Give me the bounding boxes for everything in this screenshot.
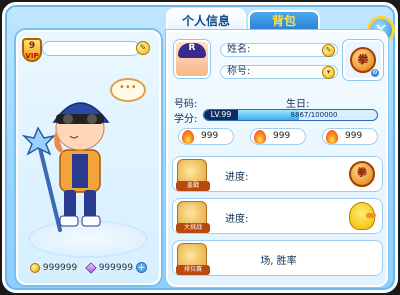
gear-icon[interactable]: ⚙: [370, 68, 380, 78]
stamp-icon: 盖戳: [176, 159, 210, 191]
chevron-down-icon: ▾: [326, 68, 331, 76]
character-avatar: [20, 70, 160, 258]
challenge-progress-card[interactable]: 大挑战 进度:: [172, 198, 383, 234]
title-label: 称号:: [227, 66, 251, 77]
progress-label: 进度:: [225, 214, 249, 225]
flame-icon: [182, 130, 194, 144]
name-label: 姓名:: [227, 44, 251, 55]
gem-icon: [85, 261, 97, 274]
challenge-icon: 大挑战: [176, 201, 210, 233]
duck-pet-icon: [349, 202, 376, 230]
stat-pill: 999: [322, 128, 378, 145]
title-dropdown-button[interactable]: ▾: [322, 66, 335, 79]
stat-pill: 999: [250, 128, 306, 145]
vip-label: VIP: [25, 52, 39, 60]
card-icon-label: 盖戳: [176, 181, 210, 191]
edit-nickname-button[interactable]: ✎: [136, 41, 150, 55]
stat-pill: 999: [178, 128, 234, 145]
experience-bar: LV.99 8867/100000: [203, 109, 378, 121]
stat-value: 999: [201, 131, 219, 141]
avatar-cap-letter: R: [178, 43, 206, 58]
seal-slot[interactable]: 拳 ⚙: [343, 40, 383, 80]
win-rate-label: 场, 胜率: [260, 256, 297, 267]
gem-amount: 999999: [98, 263, 134, 273]
birthday-label: 生日:: [286, 99, 310, 110]
pencil-icon: ✎: [139, 43, 147, 52]
gold-coin-icon: [30, 262, 40, 273]
tab-bag[interactable]: 背包: [248, 10, 320, 30]
flame-icon: [326, 130, 338, 144]
stamp-progress-card[interactable]: 盖戳 进度: 拳: [172, 156, 383, 192]
flame-icon: [254, 130, 266, 144]
name-field[interactable]: 姓名:: [220, 43, 338, 57]
experience-text: 8867/100000: [290, 111, 338, 119]
add-currency-button[interactable]: +: [135, 262, 147, 273]
vip-level: 9: [28, 41, 36, 51]
seal-badge-icon: 拳: [349, 161, 375, 187]
card-icon-label: 大挑战: [176, 223, 210, 233]
title-field[interactable]: 称号:: [220, 65, 338, 79]
vip-badge: 9 VIP: [22, 38, 42, 62]
ranked-match-card[interactable]: 排位赛 场, 胜率: [172, 240, 383, 276]
id-label: 号码:: [174, 99, 198, 110]
stat-value: 999: [345, 131, 363, 141]
character-figure: [21, 102, 110, 232]
progress-label: 进度:: [225, 172, 249, 183]
level-value: LV.99: [204, 110, 238, 120]
tab-profile[interactable]: 个人信息: [166, 8, 246, 30]
pencil-icon: ✎: [325, 46, 332, 54]
stat-value: 999: [273, 131, 291, 141]
profile-avatar: R: [174, 40, 210, 78]
currency-bar: 999999 999999 +: [30, 261, 147, 276]
gold-amount: 999999: [42, 263, 78, 273]
nickname-field[interactable]: [42, 41, 140, 56]
edit-name-button[interactable]: ✎: [322, 44, 335, 57]
level-label: 学分:: [174, 114, 198, 125]
